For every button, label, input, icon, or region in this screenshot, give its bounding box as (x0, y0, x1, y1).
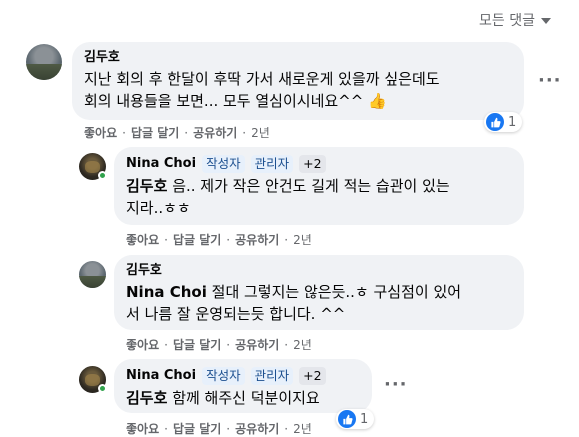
comment-bubble: Nina Choi 작성자 관리자 +2 김두호 음.. 제가 작은 안건도 길… (114, 147, 524, 225)
comment-text: 김두호 음.. 제가 작은 안건도 길게 적는 습관이 있는 지라..ㅎㅎ (126, 175, 512, 219)
comment-line: 지난 회의 후 한달이 후딱 가서 새로운게 있을까 싶은데도 (84, 70, 440, 88)
reply-button[interactable]: 답글 달기 (173, 336, 221, 353)
timestamp[interactable]: 2년 (293, 420, 312, 437)
comment-author[interactable]: Nina Choi (126, 368, 196, 384)
comment-actions: 좋아요 · 답글 달기 · 공유하기 · 2년 (126, 420, 312, 437)
share-button[interactable]: 공유하기 (193, 124, 237, 141)
more-options-icon[interactable]: ··· (538, 70, 562, 91)
share-button[interactable]: 공유하기 (235, 420, 279, 437)
sort-comments-dropdown[interactable]: 모든 댓글 (479, 10, 551, 30)
reaction-summary[interactable]: 1 (336, 409, 375, 429)
avatar[interactable] (79, 261, 106, 288)
like-button[interactable]: 좋아요 (126, 420, 159, 437)
comment-line: 회의 내용들을 보면... 모두 열심이시네요^^ (84, 92, 364, 110)
author-badge: 작성자 (202, 155, 245, 173)
comment-text: Nina Choi 절대 그렇지는 않은듯..ㅎ 구심점이 있어 서 나름 잘 … (126, 281, 512, 325)
like-button[interactable]: 좋아요 (126, 336, 159, 353)
avatar[interactable] (26, 44, 62, 80)
sort-label: 모든 댓글 (479, 13, 535, 29)
admin-badge: 관리자 (250, 367, 294, 385)
mention-link[interactable]: 김두호 (126, 177, 167, 195)
more-options-icon[interactable]: ··· (384, 374, 408, 395)
timestamp[interactable]: 2년 (251, 124, 270, 141)
comment-line: 음.. 제가 작은 안건도 길게 적는 습관이 있는 (172, 177, 450, 195)
comment-line: 지라..ㅎㅎ (126, 199, 191, 217)
admin-badge: 관리자 (250, 155, 294, 173)
comment-author[interactable]: 김두호 (126, 263, 162, 279)
comment-bubble: 김두호 Nina Choi 절대 그렇지는 않은듯..ㅎ 구심점이 있어 서 나… (114, 255, 524, 330)
comment-bubble: Nina Choi 작성자 관리자 +2 김두호 함께 해주신 덕분이지요 (114, 359, 372, 413)
more-badges[interactable]: +2 (299, 155, 326, 173)
timestamp[interactable]: 2년 (293, 336, 312, 353)
comment-line: 서 나름 잘 운영되는듯 합니다. ^^ (126, 305, 346, 323)
caret-down-icon (541, 18, 551, 24)
mention-link[interactable]: Nina Choi (126, 283, 207, 301)
more-badges[interactable]: +2 (299, 367, 326, 385)
mention-link[interactable]: 김두호 (126, 389, 167, 407)
reaction-count: 1 (360, 411, 369, 427)
reply-button[interactable]: 답글 달기 (173, 420, 221, 437)
comment-line: 절대 그렇지는 않은듯..ㅎ 구심점이 있어 (211, 283, 462, 301)
comment-text: 지난 회의 후 한달이 후딱 가서 새로운게 있을까 싶은데도 회의 내용들을 … (84, 68, 512, 112)
comment-author[interactable]: Nina Choi (126, 156, 196, 172)
comment-bubble: 김두호 지난 회의 후 한달이 후딱 가서 새로운게 있을까 싶은데도 회의 내… (72, 42, 524, 120)
reply-button[interactable]: 답글 달기 (131, 124, 179, 141)
like-button[interactable]: 좋아요 (126, 231, 159, 248)
comment-actions: 좋아요 · 답글 달기 · 공유하기 · 2년 (84, 124, 270, 141)
share-button[interactable]: 공유하기 (235, 336, 279, 353)
comment-actions: 좋아요 · 답글 달기 · 공유하기 · 2년 (126, 336, 312, 353)
comment-line: 함께 해주신 덕분이지요 (172, 389, 320, 407)
like-reaction-icon (486, 113, 504, 131)
author-badge: 작성자 (202, 367, 245, 385)
like-reaction-icon (338, 410, 356, 428)
reaction-summary[interactable]: 1 (484, 112, 523, 132)
comment-actions: 좋아요 · 답글 달기 · 공유하기 · 2년 (126, 231, 312, 248)
like-button[interactable]: 좋아요 (84, 124, 117, 141)
comment-text: 김두호 함께 해주신 덕분이지요 (126, 387, 360, 409)
thumbs-up-emoji-icon: 👍 (368, 92, 387, 110)
online-status-icon (98, 384, 107, 393)
timestamp[interactable]: 2년 (293, 231, 312, 248)
online-status-icon (98, 171, 107, 180)
comment-author[interactable]: 김두호 (84, 50, 120, 66)
reply-button[interactable]: 답글 달기 (173, 231, 221, 248)
reaction-count: 1 (508, 114, 517, 130)
share-button[interactable]: 공유하기 (235, 231, 279, 248)
